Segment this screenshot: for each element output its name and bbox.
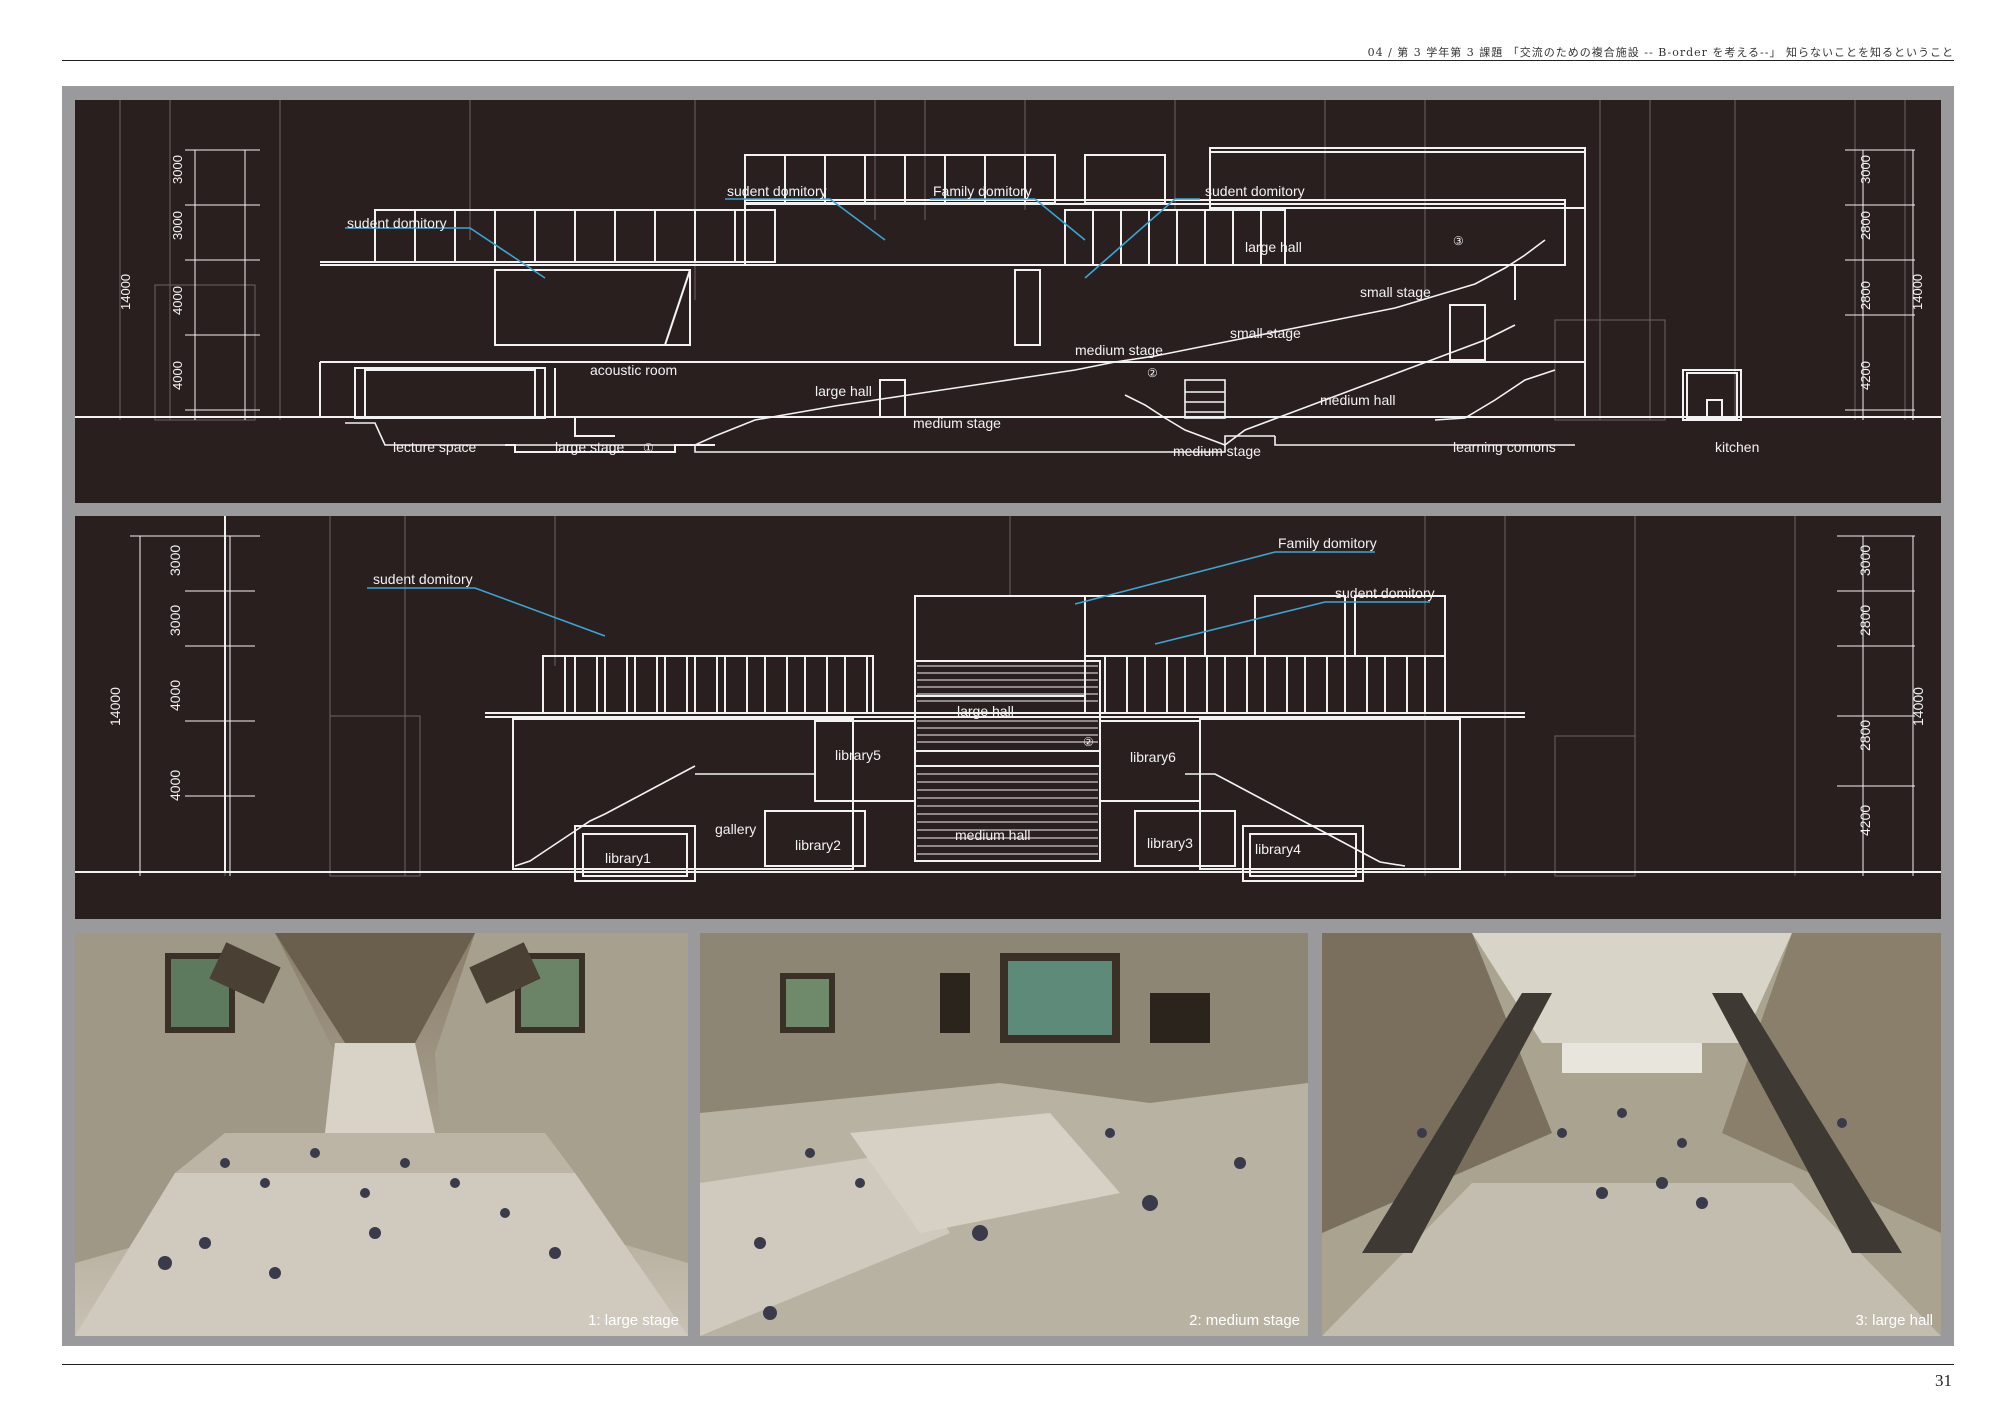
- label-large-hall-mid: large hall: [815, 383, 872, 399]
- page-number: 31: [1935, 1371, 1952, 1390]
- dim-left-3: 4000: [167, 680, 183, 711]
- label-sudent-domitory-left: sudent domitory: [347, 215, 447, 231]
- label-medium-stage-low: medium stage: [1173, 443, 1261, 459]
- dim-right-1: 3000: [1857, 545, 1873, 576]
- dim-right-2: 2800: [1858, 211, 1873, 240]
- label-medium-hall: medium hall: [955, 827, 1030, 843]
- footer-rule: [62, 1364, 1954, 1365]
- render-medium-stage: 2: medium stage: [700, 933, 1308, 1336]
- header-rule: [62, 60, 1954, 61]
- marker-2: ②: [1147, 366, 1158, 380]
- label-kitchen: kitchen: [1715, 439, 1759, 455]
- dim-left-2: 3000: [170, 211, 185, 240]
- dim-right-total: 14000: [1910, 687, 1926, 726]
- dim-right-2: 2800: [1857, 605, 1873, 636]
- label-medium-stage-mid: medium stage: [913, 415, 1001, 431]
- render-caption-3: 3: large hall: [1855, 1312, 1933, 1329]
- label-large-hall-top: large hall: [1245, 239, 1302, 255]
- dim-right-3: 2800: [1858, 281, 1873, 310]
- label-family-domitory: Family domitory: [1278, 535, 1377, 551]
- dim-right-4: 4200: [1857, 805, 1873, 836]
- label-medium-hall: medium hall: [1320, 392, 1395, 408]
- dim-left-4: 4000: [167, 770, 183, 801]
- dim-left-total: 14000: [107, 687, 123, 726]
- label-library6: library6: [1130, 749, 1176, 765]
- section-b-panel: sudent domitory Family domitory sudent d…: [75, 516, 1941, 919]
- dim-left-1: 3000: [170, 155, 185, 184]
- label-medium-stage-upper: medium stage: [1075, 342, 1163, 358]
- label-large-hall: large hall: [957, 703, 1014, 719]
- marker-2: ②: [1083, 735, 1094, 749]
- dim-right-total: 14000: [1910, 274, 1925, 310]
- label-large-stage: large stage: [555, 439, 624, 455]
- label-library3: library3: [1147, 835, 1193, 851]
- marker-3: ③: [1453, 234, 1464, 248]
- label-sudent-domitory-right: sudent domitory: [1335, 585, 1435, 601]
- section-a-panel: sudent domitory sudent domitory Family d…: [75, 100, 1941, 503]
- label-library1: library1: [605, 850, 651, 866]
- dim-right-3: 2800: [1857, 720, 1873, 751]
- label-family-domitory: Family domitory: [933, 183, 1032, 199]
- label-learning-comons: learning comons: [1453, 439, 1556, 455]
- label-sudent-domitory-left: sudent domitory: [373, 571, 473, 587]
- dim-right-4: 4200: [1858, 361, 1873, 390]
- dim-left-2: 3000: [167, 605, 183, 636]
- dim-left-3: 4000: [170, 286, 185, 315]
- label-small-stage-2: small stage: [1230, 325, 1301, 341]
- dim-left-1: 3000: [167, 545, 183, 576]
- label-gallery: gallery: [715, 821, 756, 837]
- render-large-hall: 3: large hall: [1322, 933, 1941, 1336]
- render-caption-1: 1: large stage: [588, 1312, 679, 1329]
- dim-left-total: 14000: [118, 274, 133, 310]
- dim-right-1: 3000: [1858, 155, 1873, 184]
- marker-1: ①: [643, 441, 654, 455]
- label-acoustic-room: acoustic room: [590, 362, 677, 378]
- page-header: 04 / 第 3 学年第 3 課題 「交流のための複合施設 -- B-order…: [1367, 46, 1954, 59]
- render-large-stage: 1: large stage: [75, 933, 688, 1336]
- render-caption-2: 2: medium stage: [1189, 1312, 1300, 1329]
- label-library4: library4: [1255, 841, 1301, 857]
- dim-left-4: 4000: [170, 361, 185, 390]
- label-small-stage-1: small stage: [1360, 284, 1431, 300]
- label-library5: library5: [835, 747, 881, 763]
- label-lecture-space: lecture space: [393, 439, 476, 455]
- label-sudent-domitory-right: sudent domitory: [1205, 183, 1305, 199]
- label-library2: library2: [795, 837, 841, 853]
- label-sudent-domitory-mid: sudent domitory: [727, 183, 827, 199]
